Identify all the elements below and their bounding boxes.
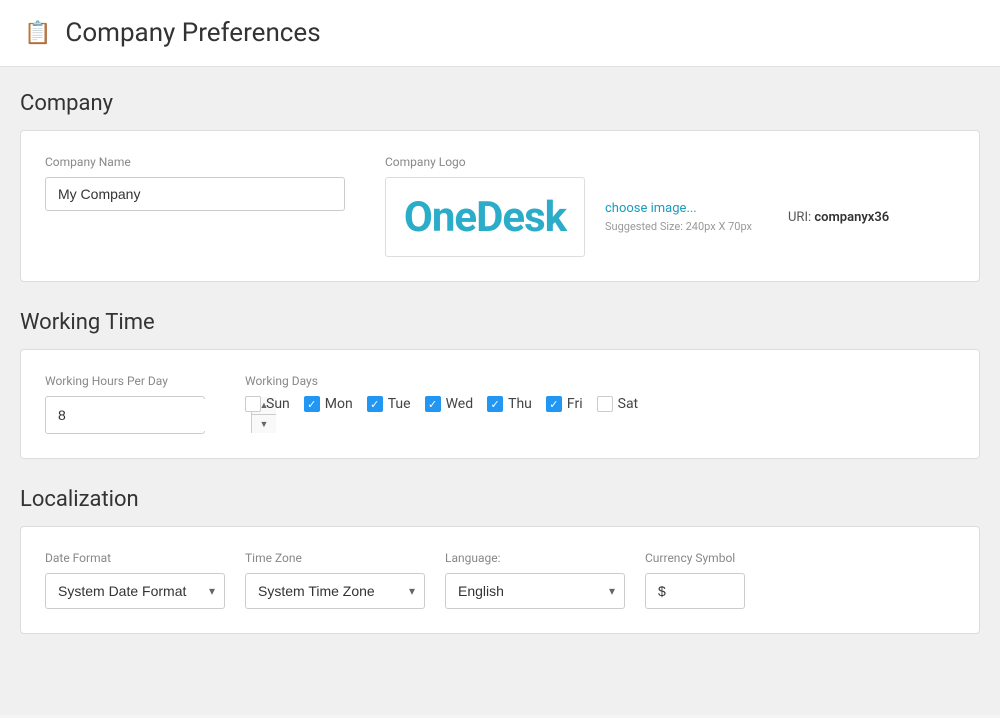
- day-item-wed[interactable]: Wed: [425, 396, 474, 412]
- time-zone-select-wrap: System Time ZoneUTCUS/EasternUS/Pacific: [245, 573, 425, 609]
- company-fields: Company Name Company Logo OneDesk choose…: [45, 155, 955, 257]
- date-format-select[interactable]: System Date FormatMM/DD/YYYYDD/MM/YYYYYY…: [45, 573, 225, 609]
- company-section: Company Company Name Company Logo OneDes…: [20, 91, 980, 282]
- currency-label: Currency Symbol: [645, 551, 745, 565]
- hours-input[interactable]: [46, 399, 251, 431]
- suggested-size-text: Suggested Size: 240px X 70px: [605, 220, 752, 233]
- hours-label: Working Hours Per Day: [45, 374, 205, 388]
- time-zone-label: Time Zone: [245, 551, 425, 565]
- date-format-group: Date Format System Date FormatMM/DD/YYYY…: [45, 551, 225, 609]
- currency-group: Currency Symbol: [645, 551, 745, 609]
- working-days-label: Working Days: [245, 374, 638, 388]
- company-name-group: Company Name: [45, 155, 345, 211]
- language-select-wrap: EnglishFrenchSpanishGerman: [445, 573, 625, 609]
- logo-actions: choose image... Suggested Size: 240px X …: [605, 201, 752, 233]
- day-item-mon[interactable]: Mon: [304, 396, 353, 412]
- logo-image: OneDesk: [404, 193, 566, 242]
- day-label-mon: Mon: [325, 396, 353, 412]
- language-select[interactable]: EnglishFrenchSpanishGerman: [445, 573, 625, 609]
- page-content: Company Company Name Company Logo OneDes…: [0, 67, 1000, 715]
- day-label-sat: Sat: [618, 396, 639, 412]
- uri-value: companyx36: [814, 210, 889, 225]
- currency-input[interactable]: [645, 573, 745, 609]
- day-checkbox-tue[interactable]: [367, 396, 383, 412]
- working-time-fields: Working Hours Per Day ▲ ▼ Working Days S…: [45, 374, 955, 434]
- working-time-section: Working Time Working Hours Per Day ▲ ▼: [20, 310, 980, 459]
- time-zone-group: Time Zone System Time ZoneUTCUS/EasternU…: [245, 551, 425, 609]
- logo-area: OneDesk choose image... Suggested Size: …: [385, 177, 889, 257]
- day-checkbox-mon[interactable]: [304, 396, 320, 412]
- days-row: Sun Mon Tue Wed Thu Fri Sat: [245, 396, 638, 412]
- day-item-sun[interactable]: Sun: [245, 396, 290, 412]
- hours-per-day-group: Working Hours Per Day ▲ ▼: [45, 374, 205, 434]
- date-format-label: Date Format: [45, 551, 225, 565]
- localization-title: Localization: [20, 487, 980, 512]
- day-label-wed: Wed: [446, 396, 474, 412]
- localization-section: Localization Date Format System Date For…: [20, 487, 980, 634]
- company-logo-group: Company Logo OneDesk choose image... Sug…: [385, 155, 889, 257]
- logo-container: OneDesk: [385, 177, 585, 257]
- localization-fields: Date Format System Date FormatMM/DD/YYYY…: [45, 551, 955, 609]
- day-label-fri: Fri: [567, 396, 583, 412]
- working-time-card: Working Hours Per Day ▲ ▼ Working Days S…: [20, 349, 980, 459]
- day-label-sun: Sun: [266, 396, 290, 412]
- page-title: Company Preferences: [65, 18, 320, 48]
- day-checkbox-sun[interactable]: [245, 396, 261, 412]
- day-checkbox-sat[interactable]: [597, 396, 613, 412]
- company-name-label: Company Name: [45, 155, 345, 169]
- company-name-input[interactable]: [45, 177, 345, 211]
- date-format-select-wrap: System Date FormatMM/DD/YYYYDD/MM/YYYYYY…: [45, 573, 225, 609]
- localization-card: Date Format System Date FormatMM/DD/YYYY…: [20, 526, 980, 634]
- company-section-title: Company: [20, 91, 980, 116]
- day-checkbox-thu[interactable]: [487, 396, 503, 412]
- day-item-thu[interactable]: Thu: [487, 396, 532, 412]
- company-logo-label: Company Logo: [385, 155, 889, 169]
- uri-info: URI: companyx36: [788, 210, 889, 225]
- day-label-tue: Tue: [388, 396, 411, 412]
- day-label-thu: Thu: [508, 396, 532, 412]
- working-days-group: Working Days Sun Mon Tue Wed Thu Fri Sat: [245, 374, 638, 412]
- day-checkbox-fri[interactable]: [546, 396, 562, 412]
- time-zone-select[interactable]: System Time ZoneUTCUS/EasternUS/Pacific: [245, 573, 425, 609]
- day-item-fri[interactable]: Fri: [546, 396, 583, 412]
- day-item-sat[interactable]: Sat: [597, 396, 639, 412]
- choose-image-link[interactable]: choose image...: [605, 201, 752, 216]
- spinner-down-button[interactable]: ▼: [252, 415, 276, 433]
- day-checkbox-wed[interactable]: [425, 396, 441, 412]
- language-group: Language: EnglishFrenchSpanishGerman: [445, 551, 625, 609]
- page-icon: 📋: [24, 21, 51, 46]
- day-item-tue[interactable]: Tue: [367, 396, 411, 412]
- hours-spinner: ▲ ▼: [45, 396, 205, 434]
- company-card: Company Name Company Logo OneDesk choose…: [20, 130, 980, 282]
- language-label: Language:: [445, 551, 625, 565]
- page-header: 📋 Company Preferences: [0, 0, 1000, 67]
- uri-label: URI:: [788, 210, 811, 225]
- working-time-title: Working Time: [20, 310, 980, 335]
